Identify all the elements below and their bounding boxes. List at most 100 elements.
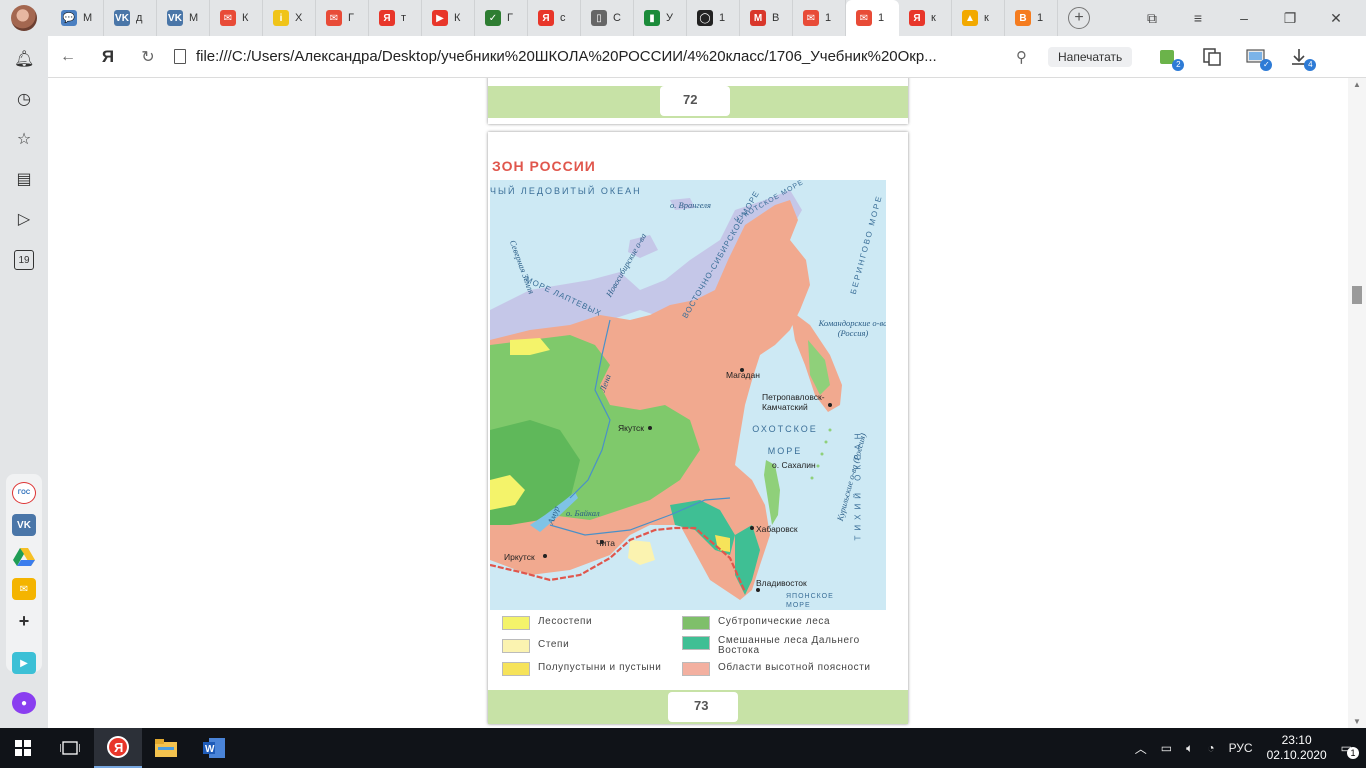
notifications-bell-icon[interactable]: 🔔︎ (14, 50, 34, 70)
legend-label: Степи (538, 639, 570, 650)
svg-text:Я: Я (114, 740, 123, 755)
file-explorer-icon[interactable] (142, 728, 190, 768)
screenshot-check-badge: ✓ (1260, 58, 1273, 71)
label-sakhalin: о. Сахалин (772, 460, 816, 470)
mail-icon[interactable]: ✉ (12, 578, 36, 600)
browser-tab[interactable]: VK М (157, 0, 210, 36)
vertical-scrollbar[interactable]: ▲ ▼ (1348, 78, 1366, 728)
close-button[interactable]: ✕ (1326, 10, 1346, 27)
print-button[interactable]: Напечатать (1048, 46, 1133, 67)
browser-tab[interactable]: B1 (1005, 0, 1058, 36)
tab-favicon-icon: ✉ (856, 10, 872, 26)
browser-tab[interactable]: Як (899, 0, 952, 36)
page-title: ЗОН РОССИИ (492, 158, 596, 174)
history-clock-icon[interactable]: ◷ (14, 90, 34, 110)
legend-swatch-subtropical (682, 616, 710, 630)
tab-favicon-icon: ✉ (326, 10, 342, 26)
tray-expand-icon[interactable]: ︿ (1135, 740, 1147, 757)
browser-tab[interactable]: iХ (263, 0, 316, 36)
tab-favicon-icon: ◯ (697, 10, 713, 26)
yandex-logo-icon[interactable]: Я (88, 47, 128, 67)
bookmarks-star-icon[interactable]: ☆ (14, 130, 34, 150)
tab-favicon-icon: VK (167, 10, 183, 26)
tab-title: с (560, 12, 566, 24)
tab-manager-icon[interactable]: ⧉ (1142, 10, 1162, 27)
windows-start-button[interactable] (0, 740, 46, 756)
google-drive-icon[interactable] (12, 546, 36, 568)
browser-tab[interactable]: Яс (528, 0, 581, 36)
browser-tab[interactable]: ▮ У (634, 0, 687, 36)
tab-favicon-icon: Я (379, 10, 395, 26)
translate-icon[interactable] (1202, 47, 1222, 66)
browser-tab[interactable]: ▲ к (952, 0, 1005, 36)
city-khabarovsk: Хабаровск (756, 524, 798, 534)
clock[interactable]: 23:10 02.10.2020 (1267, 733, 1327, 763)
menu-icon[interactable]: ≡ (1188, 10, 1208, 26)
extension-icon[interactable]: 2 (1158, 48, 1185, 71)
back-arrow-icon[interactable]: ← (48, 48, 88, 66)
address-bar: ← Я ↻ file:///C:/Users/Александра/Deskto… (48, 36, 1366, 78)
legend-label: Полупустыни и пустыни (538, 662, 662, 673)
tab-title: С (613, 12, 621, 24)
messenger-icon[interactable]: ▶ (12, 652, 36, 674)
browser-tab[interactable]: VK д (104, 0, 157, 36)
browser-tab[interactable]: ▶ К (422, 0, 475, 36)
task-view-icon[interactable] (46, 728, 94, 768)
legend-label: Субтропические леса (718, 616, 831, 627)
language-indicator[interactable]: РУС (1229, 741, 1253, 755)
map-legend: Лесостепи Степи Полупустыни и пустыни Су… (502, 616, 894, 694)
tab-title: д (136, 12, 143, 24)
volume-muted-icon[interactable]: 🔈︎ (1186, 741, 1193, 756)
battery-icon[interactable]: ▭ (1161, 741, 1172, 755)
browser-tab[interactable]: ✉ Г (316, 0, 369, 36)
add-app-icon[interactable]: + (12, 610, 36, 632)
browser-tab[interactable]: ▯ С (581, 0, 634, 36)
new-tab-button[interactable]: + (1068, 7, 1090, 29)
video-play-icon[interactable]: ▷ (14, 210, 34, 230)
legend-item: Степи (502, 639, 569, 653)
tab-title: М (83, 12, 93, 24)
extension-badge: 2 (1172, 58, 1185, 71)
scrollbar-thumb[interactable] (1352, 286, 1362, 304)
network-icon[interactable]: ◔ (1207, 741, 1214, 755)
tab-favicon-icon: i (273, 10, 289, 26)
screenshot-icon[interactable]: ✓ (1246, 48, 1273, 71)
tab-title: 1 (1037, 12, 1044, 24)
calendar-icon[interactable]: 19 (14, 250, 34, 270)
minimize-button[interactable]: – (1234, 10, 1254, 26)
tab-favicon-icon: ✓ (485, 10, 501, 26)
pdf-viewer[interactable]: 72 ЗОН РОССИИ ЧЫЙ ЛЕДОВИТЫЙ ОКЕАН о. Вра… (48, 78, 1348, 728)
alice-assistant-icon[interactable]: ● (12, 692, 36, 714)
reload-icon[interactable]: ↻ (128, 47, 168, 67)
browser-tab[interactable]: Ят (369, 0, 422, 36)
profile-avatar[interactable] (11, 5, 37, 31)
vk-icon[interactable]: VK (12, 514, 36, 536)
browser-tab[interactable]: 💬 М (51, 0, 104, 36)
city-chita: Чита (596, 538, 615, 548)
collections-icon[interactable]: ▤ (14, 170, 34, 190)
scroll-up-arrow[interactable]: ▲ (1353, 80, 1361, 89)
downloads-icon[interactable]: 4 (1290, 48, 1317, 71)
restore-button[interactable]: ❐ (1280, 10, 1300, 27)
notifications-icon[interactable]: ▭ 1 (1341, 741, 1359, 759)
tab-favicon-icon: Я (909, 10, 925, 26)
scroll-down-arrow[interactable]: ▼ (1353, 717, 1361, 726)
tab-title: 1 (719, 12, 726, 24)
browser-tab[interactable]: ✉ 1 (793, 0, 846, 36)
clock-date: 02.10.2020 (1266, 748, 1327, 762)
legend-item: Лесостепи (502, 616, 592, 630)
word-icon[interactable]: W (190, 728, 238, 768)
browser-tab[interactable]: ✓ Г (475, 0, 528, 36)
browser-tab[interactable]: ✉ К (210, 0, 263, 36)
browser-tab[interactable]: ◯ 1 (687, 0, 740, 36)
yandex-browser-taskbar-icon[interactable]: Я (94, 728, 142, 768)
browser-tab[interactable]: ✉ 1 (846, 0, 899, 36)
browser-sidebar: 🔔︎ ◷ ☆ ▤ ▷ 19 ГОС VK ✉ + ▶ ● (0, 36, 48, 728)
legend-item: Смешанные леса Дальнего Востока (682, 636, 882, 656)
browser-tab[interactable]: MВ (740, 0, 793, 36)
gosuslugi-icon[interactable]: ГОС (12, 482, 36, 504)
legend-swatch-forest-steppe (502, 616, 530, 630)
search-icon[interactable]: ⚲ (1016, 48, 1036, 66)
page-number: 72 (683, 92, 698, 107)
url-field[interactable]: file:///C:/Users/Александра/Desktop/учеб… (196, 48, 994, 65)
